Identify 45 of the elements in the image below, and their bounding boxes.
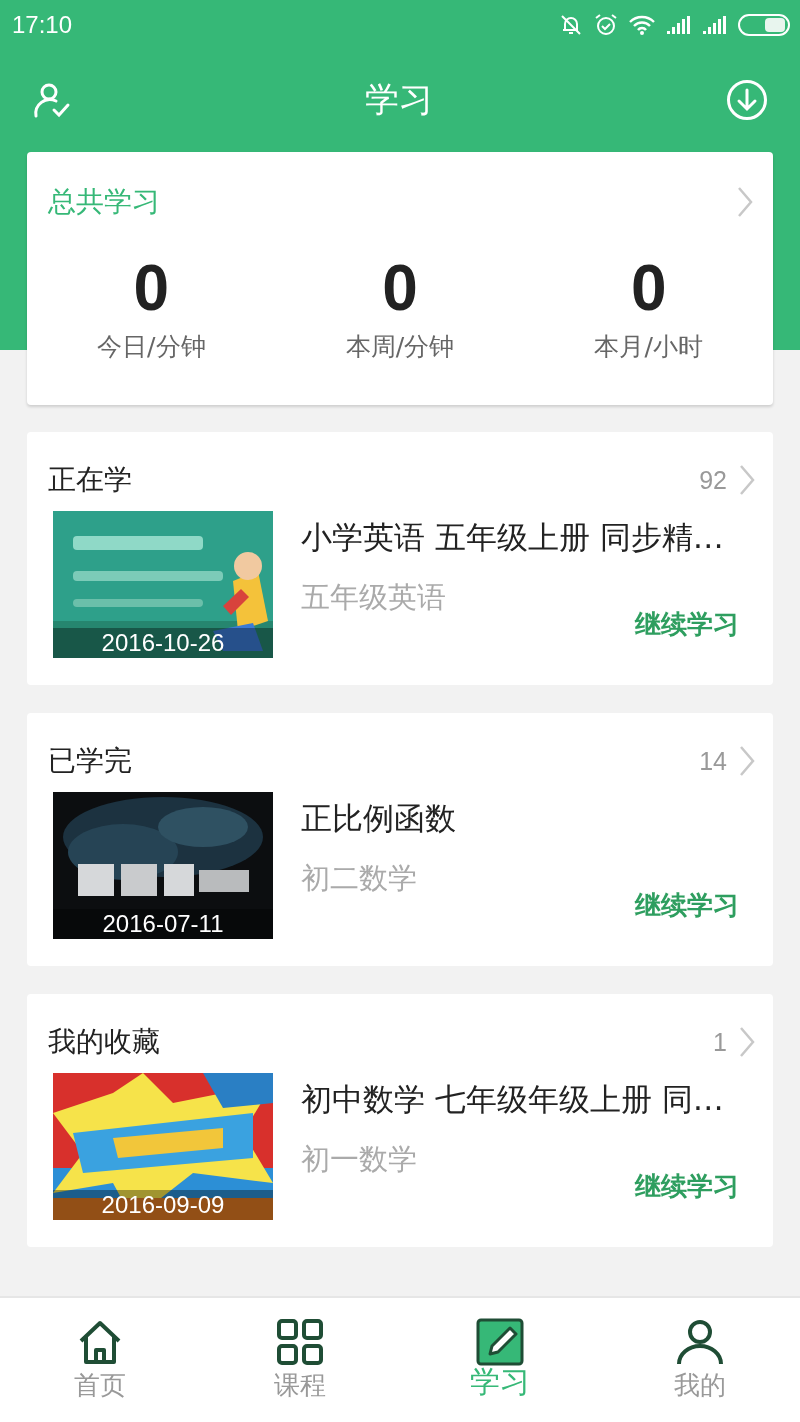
- nav-tab[interactable]: 首页: [0, 1298, 200, 1422]
- person-icon: [676, 1318, 724, 1366]
- continue-link[interactable]: 继续学习: [635, 888, 739, 923]
- stat-label: 本周/分钟: [345, 331, 455, 363]
- nav-tab[interactable]: 学习: [400, 1298, 600, 1422]
- stat-label: 本月/小时: [594, 331, 703, 363]
- course-date: 2016-10-26: [53, 628, 273, 658]
- chevron-icon: [737, 186, 753, 218]
- course-subject: 五年级英语: [301, 579, 447, 615]
- summary-card[interactable]: 总共学习 0 今日/分钟 0 本周/分钟 0 本月/小时: [27, 152, 773, 405]
- status-time: 17:10: [12, 11, 73, 39]
- page-title: 学习: [365, 78, 433, 121]
- continue-link[interactable]: 继续学习: [635, 607, 739, 642]
- nav-tab[interactable]: 我的: [600, 1298, 800, 1422]
- grid-icon: [276, 1318, 324, 1366]
- course-subject: 初二数学: [301, 860, 418, 896]
- stat-value: 0: [630, 254, 667, 322]
- section-title: 我的收藏: [48, 1024, 160, 1060]
- signal-icon: [702, 15, 728, 35]
- course-title[interactable]: 正比例函数: [301, 798, 773, 838]
- course-title[interactable]: 小学英语 五年级上册 同步精…: [301, 517, 773, 557]
- course-date: 2016-09-09: [53, 1190, 273, 1220]
- course-title[interactable]: 初中数学 七年级年级上册 同…: [301, 1079, 773, 1119]
- download-icon[interactable]: [726, 79, 768, 121]
- stat-label: 今日/分钟: [97, 331, 206, 363]
- section-count: 92: [699, 465, 727, 495]
- continue-link[interactable]: 继续学习: [635, 1169, 739, 1204]
- section-title: 正在学: [48, 462, 132, 498]
- chevron-icon[interactable]: [739, 745, 755, 777]
- section-count: 1: [713, 1027, 727, 1057]
- alarm-icon: [594, 13, 618, 37]
- section-count: 14: [699, 746, 727, 776]
- wifi-icon: [628, 14, 656, 36]
- chevron-icon[interactable]: [739, 464, 755, 496]
- section-title: 已学完: [48, 743, 132, 779]
- summary-title: 总共学习: [48, 184, 160, 220]
- battery-icon: [738, 14, 790, 36]
- course-subject: 初一数学: [301, 1141, 418, 1177]
- stat-value: 0: [133, 254, 170, 322]
- chevron-icon[interactable]: [739, 1026, 755, 1058]
- nav-tab[interactable]: 课程: [200, 1298, 400, 1422]
- stat-value: 0: [382, 254, 418, 322]
- signal-icon: [666, 15, 692, 35]
- pencil-square-icon: [476, 1318, 524, 1366]
- course-date: 2016-07-11: [53, 909, 273, 939]
